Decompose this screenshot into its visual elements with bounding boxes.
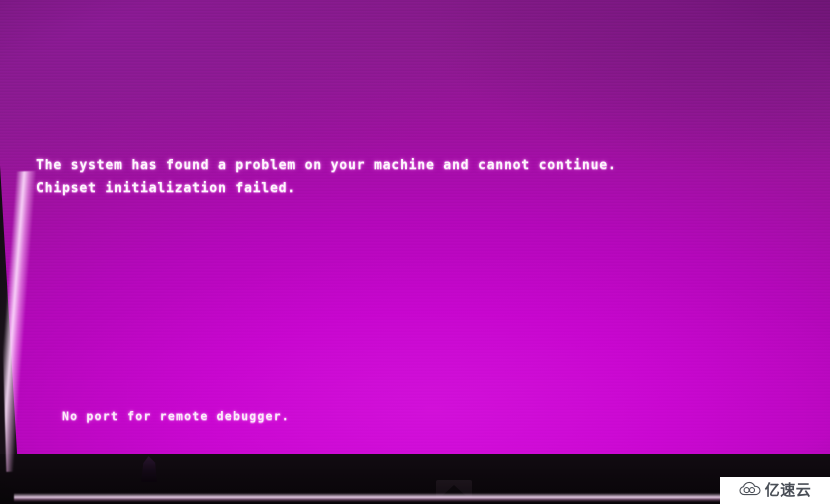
monitor-brand-logo bbox=[436, 480, 472, 498]
cloud-logo-icon bbox=[739, 481, 761, 501]
watermark: 亿速云 bbox=[720, 477, 830, 504]
watermark-text: 亿速云 bbox=[764, 481, 812, 499]
screenshot-photo: The system has found a problem on your m… bbox=[0, 0, 830, 504]
monitor-screen: The system has found a problem on your m… bbox=[0, 0, 830, 466]
screen-scanline-texture bbox=[0, 0, 830, 466]
error-message-line-1: The system has found a problem on your m… bbox=[36, 158, 617, 173]
debugger-status-line: No port for remote debugger. bbox=[62, 409, 290, 423]
error-message-line-2: Chipset initialization failed. bbox=[36, 181, 296, 196]
monitor-bezel-bottom bbox=[0, 454, 830, 504]
